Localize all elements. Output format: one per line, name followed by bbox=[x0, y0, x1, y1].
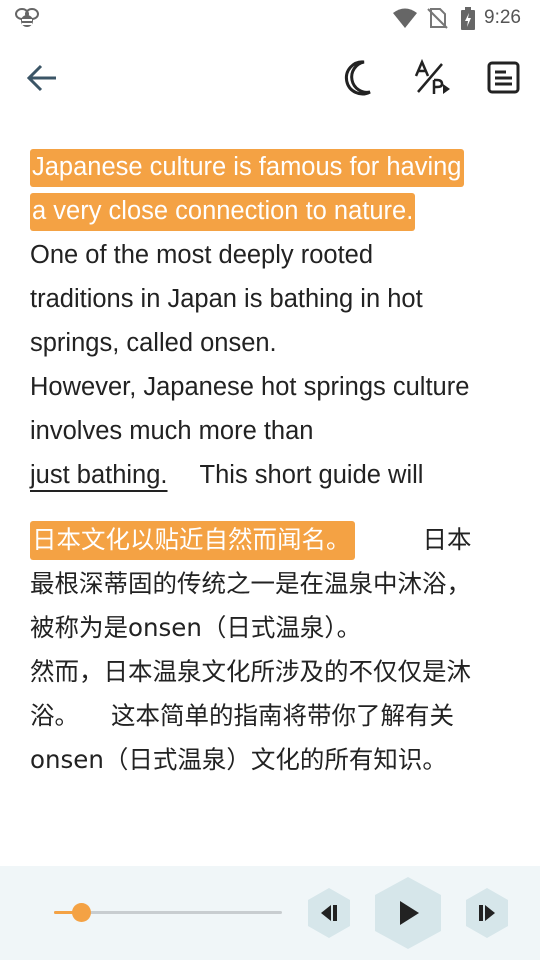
next-sentence-icon bbox=[463, 888, 511, 943]
sentence-en-3[interactable]: However, Japanese hot springs culture in… bbox=[30, 373, 469, 445]
progress-slider[interactable] bbox=[54, 903, 282, 922]
document-button[interactable] bbox=[484, 58, 524, 98]
english-text: Japanese culture is famous for having a … bbox=[30, 145, 480, 497]
chinese-text: 日本文化以贴近自然而闻名。 日本最根深蒂固的传统之一是在温泉中沐浴，被称为是ons… bbox=[30, 518, 480, 782]
moon-icon bbox=[340, 58, 380, 98]
bee-icon bbox=[14, 7, 40, 33]
sentence-en-3-underlined[interactable]: just bathing. bbox=[30, 461, 168, 489]
no-sim-icon bbox=[426, 7, 448, 33]
previous-sentence-icon bbox=[305, 888, 353, 943]
toolbar bbox=[0, 40, 540, 116]
highlighted-sentence-en[interactable]: Japanese culture is famous for having a … bbox=[30, 149, 464, 231]
translate-icon bbox=[412, 58, 452, 98]
wifi-icon bbox=[392, 8, 418, 32]
audio-player bbox=[0, 866, 540, 960]
back-button[interactable] bbox=[24, 58, 64, 98]
translate-button[interactable] bbox=[412, 58, 452, 98]
status-time: 9:26 bbox=[484, 7, 521, 28]
night-mode-button[interactable] bbox=[340, 58, 380, 98]
battery-icon bbox=[460, 7, 476, 35]
document-icon bbox=[484, 58, 524, 98]
sentence-en-4[interactable]: This short guide will bbox=[200, 461, 424, 489]
play-icon bbox=[373, 877, 443, 954]
progress-thumb[interactable] bbox=[72, 903, 92, 922]
previous-sentence-button[interactable] bbox=[305, 887, 353, 943]
sentence-en-2[interactable]: One of the most deeply rooted traditions… bbox=[30, 241, 423, 357]
back-arrow-icon bbox=[24, 58, 64, 98]
next-sentence-button[interactable] bbox=[463, 887, 511, 943]
status-bar: 9:26 bbox=[0, 0, 540, 36]
play-button[interactable] bbox=[373, 876, 443, 954]
sentence-zh-4[interactable]: 这本简单的指南将带你了解有关onsen（日式温泉）文化的所有知识。 bbox=[30, 701, 454, 774]
highlighted-sentence-zh[interactable]: 日本文化以贴近自然而闻名。 bbox=[30, 521, 355, 560]
